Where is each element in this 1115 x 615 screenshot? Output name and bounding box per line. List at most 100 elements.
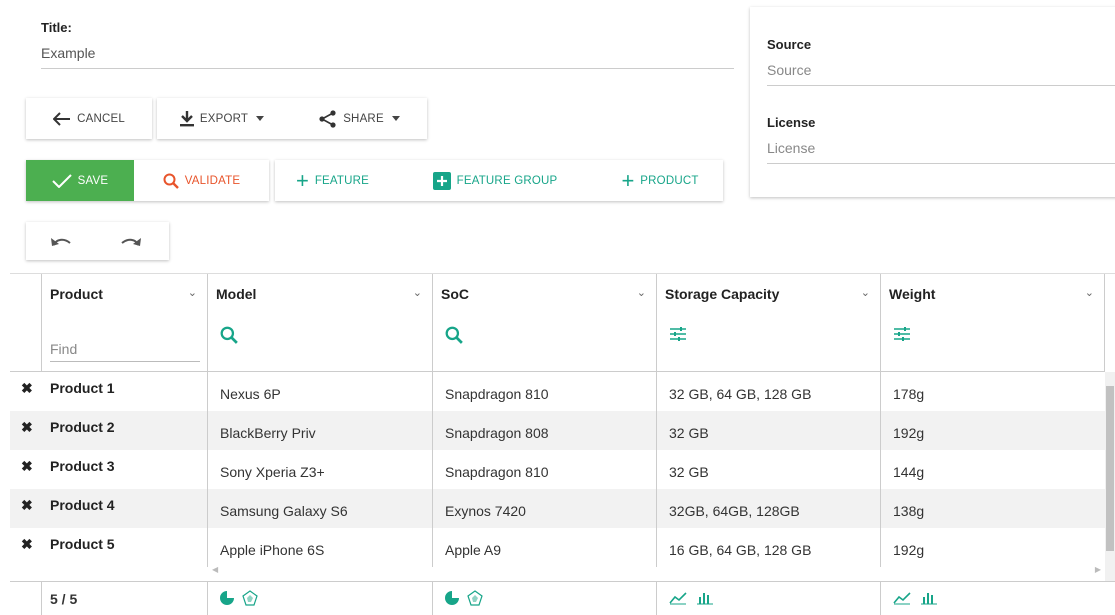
line-chart-icon[interactable] — [669, 591, 687, 605]
add-feature-button[interactable]: + FEATURE — [275, 160, 390, 201]
delete-row-button[interactable]: ✖ — [10, 489, 42, 528]
model-cell[interactable]: Nexus 6P — [208, 372, 433, 411]
model-cell[interactable]: Apple iPhone 6S — [208, 528, 433, 567]
radar-chart-icon[interactable] — [242, 590, 258, 606]
header-product[interactable]: Product ⌄ Find — [42, 274, 208, 372]
add-feature-group: + FEATURE FEATURE GROUP + PRODUCT — [275, 160, 723, 201]
cell-text: 138g — [893, 503, 925, 519]
bar-chart-icon[interactable] — [921, 591, 937, 605]
chevron-down-icon[interactable]: ⌄ — [413, 286, 422, 299]
save-button[interactable]: SAVE — [26, 160, 134, 201]
storage-cell[interactable]: 32GB, 64GB, 128GB — [657, 489, 881, 528]
product-count: 5 / 5 — [50, 591, 78, 607]
header-model[interactable]: Model ⌄ — [208, 274, 433, 372]
cell-text: 32 GB — [669, 425, 709, 441]
chevron-down-icon[interactable]: ⌄ — [188, 286, 197, 299]
cell-text: 192g — [893, 425, 925, 441]
radar-chart-icon[interactable] — [467, 590, 483, 606]
bar-chart-icon[interactable] — [697, 591, 713, 605]
model-cell[interactable]: Sony Xperia Z3+ — [208, 450, 433, 489]
chevron-down-icon[interactable]: ⌄ — [861, 286, 870, 299]
share-button[interactable]: SHARE — [297, 98, 422, 139]
header-storage[interactable]: Storage Capacity ⌄ — [657, 274, 881, 372]
cell-text: 144g — [893, 464, 925, 480]
plus-box-icon — [432, 171, 451, 190]
title-input[interactable]: Example — [41, 45, 734, 69]
add-product-button[interactable]: + PRODUCT — [600, 160, 720, 201]
chevron-down-icon[interactable]: ⌄ — [637, 286, 646, 299]
storage-cell[interactable]: 32 GB — [657, 411, 881, 450]
column-title: Model — [216, 286, 257, 302]
metadata-card: Source Source License License — [750, 7, 1115, 197]
product-label: PRODUCT — [640, 174, 699, 187]
table-row: ✖ Product 4 Samsung Galaxy S6 Exynos 742… — [10, 489, 1105, 528]
header-spacer — [10, 274, 42, 372]
soc-cell[interactable]: Apple A9 — [433, 528, 657, 567]
search-icon[interactable] — [220, 326, 238, 344]
cell-text: 192g — [893, 542, 925, 558]
validate-button[interactable]: VALIDATE — [134, 160, 269, 201]
scroll-left-icon[interactable]: ◀ — [212, 565, 218, 574]
delete-row-button[interactable]: ✖ — [10, 528, 42, 567]
weight-cell[interactable]: 144g — [881, 450, 1105, 489]
export-button[interactable]: EXPORT — [157, 98, 287, 139]
delete-icon: ✖ — [21, 497, 33, 513]
weight-cell[interactable]: 178g — [881, 372, 1105, 411]
delete-row-button[interactable]: ✖ — [10, 450, 42, 489]
product-cell[interactable]: Product 4 — [42, 489, 208, 528]
storage-cell[interactable]: 16 GB, 64 GB, 128 GB — [657, 528, 881, 567]
product-find-input[interactable]: Find — [50, 336, 200, 362]
weight-cell[interactable]: 192g — [881, 528, 1105, 567]
pie-chart-icon[interactable] — [220, 591, 234, 605]
search-icon[interactable] — [445, 326, 463, 344]
tune-icon[interactable] — [669, 326, 687, 342]
soc-cell[interactable]: Snapdragon 810 — [433, 372, 657, 411]
scrollbar-thumb[interactable] — [1106, 386, 1114, 551]
soc-cell[interactable]: Exynos 7420 — [433, 489, 657, 528]
weight-cell[interactable]: 192g — [881, 411, 1105, 450]
table-row: ✖ Product 1 Nexus 6P Snapdragon 810 32 G… — [10, 372, 1105, 411]
header-soc[interactable]: SoC ⌄ — [433, 274, 657, 372]
vertical-scrollbar[interactable] — [1105, 372, 1115, 581]
product-cell[interactable]: Product 2 — [42, 411, 208, 450]
title-value: Example — [41, 45, 96, 61]
source-label: Source — [767, 37, 812, 52]
tune-icon[interactable] — [893, 326, 911, 342]
storage-cell[interactable]: 32 GB, 64 GB, 128 GB — [657, 372, 881, 411]
soc-cell[interactable]: Snapdragon 808 — [433, 411, 657, 450]
chevron-down-icon — [256, 116, 265, 121]
chevron-down-icon[interactable]: ⌄ — [1085, 286, 1094, 299]
undo-icon — [51, 238, 71, 246]
product-cell[interactable]: Product 1 — [42, 372, 208, 411]
storage-cell[interactable]: 32 GB — [657, 450, 881, 489]
delete-row-button[interactable]: ✖ — [10, 372, 42, 411]
product-name: Product 4 — [50, 497, 115, 513]
delete-row-button[interactable]: ✖ — [10, 411, 42, 450]
line-chart-icon[interactable] — [893, 591, 911, 605]
cell-text: 32GB, 64GB, 128GB — [669, 503, 800, 519]
table-row: ✖ Product 5 Apple iPhone 6S Apple A9 16 … — [10, 528, 1105, 567]
redo-button[interactable] — [111, 222, 151, 260]
model-cell[interactable]: BlackBerry Priv — [208, 411, 433, 450]
find-placeholder: Find — [50, 341, 78, 357]
scroll-right-icon[interactable]: ▶ — [1095, 565, 1101, 574]
soc-cell[interactable]: Snapdragon 810 — [433, 450, 657, 489]
product-cell[interactable]: Product 5 — [42, 528, 208, 567]
weight-cell[interactable]: 138g — [881, 489, 1105, 528]
header-weight[interactable]: Weight ⌄ — [881, 274, 1105, 372]
source-input[interactable]: Source — [767, 62, 1115, 86]
cancel-button[interactable]: CANCEL — [26, 98, 152, 139]
export-label: EXPORT — [199, 112, 249, 125]
product-cell[interactable]: Product 3 — [42, 450, 208, 489]
model-cell[interactable]: Samsung Galaxy S6 — [208, 489, 433, 528]
footer-soc — [433, 582, 657, 615]
cell-text: 32 GB, 64 GB, 128 GB — [669, 386, 812, 402]
license-input[interactable]: License — [767, 140, 1115, 164]
horizontal-scrollbar[interactable]: ◀ ▶ — [208, 565, 1105, 579]
undo-button[interactable] — [41, 222, 81, 260]
delete-icon: ✖ — [21, 380, 33, 396]
add-feature-group-button[interactable]: FEATURE GROUP — [415, 160, 575, 201]
search-icon — [163, 173, 179, 189]
validate-label: VALIDATE — [184, 174, 241, 187]
pie-chart-icon[interactable] — [445, 591, 459, 605]
